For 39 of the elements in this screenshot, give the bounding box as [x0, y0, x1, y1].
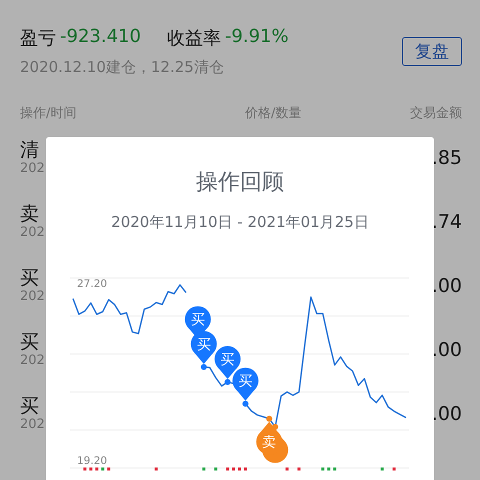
position-dates: 2020.12.10建仓，12.25清仓 [20, 58, 225, 77]
trade-date: 202 [20, 353, 45, 369]
point [224, 379, 231, 386]
trade-amount: .00 [432, 403, 462, 425]
trade-date: 202 [20, 225, 45, 241]
trade-amount: .85 [432, 147, 462, 169]
point [200, 364, 207, 370]
rate-value: -9.91% [224, 26, 289, 49]
action-label: 清 [20, 139, 40, 161]
axis-label: 19.20 [77, 455, 108, 467]
buy-pin [190, 330, 217, 370]
pin-label: 买 [196, 336, 211, 353]
point [242, 400, 248, 407]
profit-label: 盈亏 [20, 27, 56, 50]
action-label: 买 [20, 395, 40, 417]
dialog-title: 操作回顾 [195, 169, 285, 197]
pin-label: 买 [190, 312, 205, 328]
pin-label: 买 [220, 352, 235, 368]
action-label: 卖 [20, 203, 40, 225]
column-header: 操作/时间 [20, 105, 76, 122]
trade-date: 202 [20, 417, 45, 433]
column-header: 交易金额 [410, 105, 462, 122]
sell-pin [256, 416, 282, 455]
axis-label: 27.20 [77, 278, 108, 290]
action-label: 买 [20, 267, 40, 289]
trade-amount: .74 [432, 211, 462, 233]
trade-date: 202 [20, 289, 45, 305]
action-label: 买 [20, 331, 40, 353]
buy-pin [232, 368, 258, 407]
review-button[interactable]: 复盘 [402, 37, 462, 66]
trade-amount: .00 [432, 339, 462, 361]
profit-value: -923.410 [60, 26, 141, 49]
trade-date: 202 [20, 161, 45, 177]
trade-amount: .00 [432, 275, 462, 297]
date-range: 2020年11月10日 - 2021年01月25日 [110, 213, 370, 232]
rate-label: 收益率 [166, 27, 221, 50]
pin-label: 买 [238, 374, 252, 390]
column-header: 价格/数量 [245, 105, 302, 122]
pin-label: 卖 [262, 434, 276, 451]
